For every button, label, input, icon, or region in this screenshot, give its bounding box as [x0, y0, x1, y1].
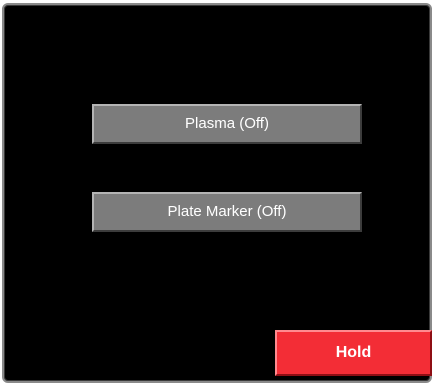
control-panel: Plasma (Off) Plate Marker (Off) Hold — [2, 3, 432, 383]
hold-button[interactable]: Hold — [275, 330, 432, 376]
plate-marker-toggle-button[interactable]: Plate Marker (Off) — [92, 192, 362, 232]
plasma-toggle-button[interactable]: Plasma (Off) — [92, 104, 362, 144]
